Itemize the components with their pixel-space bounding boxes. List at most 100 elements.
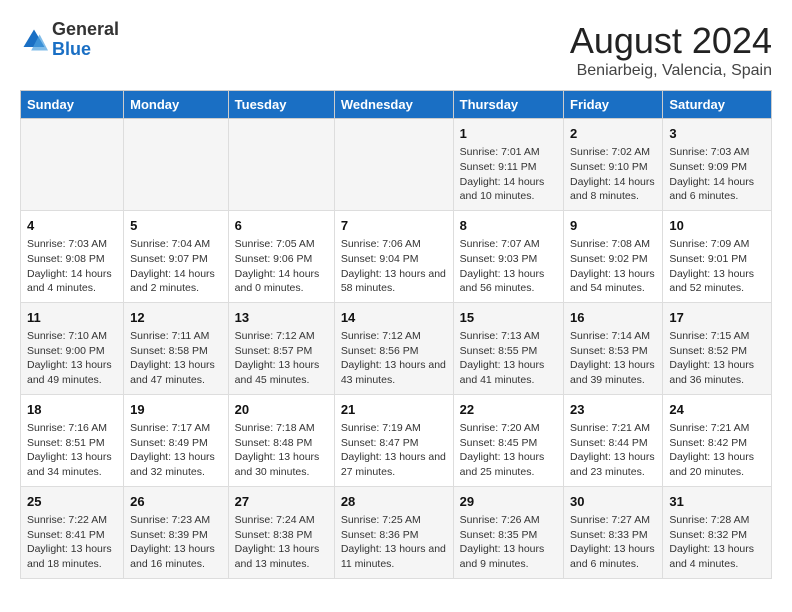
day-info: Sunrise: 7:20 AM Sunset: 8:45 PM Dayligh… xyxy=(460,421,557,480)
day-number: 11 xyxy=(27,309,117,327)
calendar-row: 4 Sunrise: 7:03 AM Sunset: 9:08 PM Daylig… xyxy=(21,210,772,302)
day-number: 28 xyxy=(341,493,447,511)
calendar-cell: 10 Sunrise: 7:09 AM Sunset: 9:01 PM Dayli… xyxy=(663,210,772,302)
calendar-cell: 19 Sunrise: 7:17 AM Sunset: 8:49 PM Dayli… xyxy=(124,394,229,486)
day-number: 8 xyxy=(460,217,557,235)
header-day: Monday xyxy=(124,91,229,119)
calendar-cell: 5Sunrise: 7:04 AM Sunset: 9:07 PM Daylig… xyxy=(124,210,229,302)
day-info: Sunrise: 7:22 AM Sunset: 8:41 PM Dayligh… xyxy=(27,513,117,572)
calendar-cell: 7 Sunrise: 7:06 AM Sunset: 9:04 PM Daylig… xyxy=(334,210,453,302)
calendar-cell xyxy=(228,119,334,211)
calendar-cell: 4 Sunrise: 7:03 AM Sunset: 9:08 PM Daylig… xyxy=(21,210,124,302)
calendar-cell: 30 Sunrise: 7:27 AM Sunset: 8:33 PM Dayli… xyxy=(564,486,663,578)
header-day: Thursday xyxy=(453,91,563,119)
calendar-cell: 23Sunrise: 7:21 AM Sunset: 8:44 PM Dayli… xyxy=(564,394,663,486)
day-info: Sunrise: 7:10 AM Sunset: 9:00 PM Dayligh… xyxy=(27,329,117,388)
calendar-cell: 21 Sunrise: 7:19 AM Sunset: 8:47 PM Dayli… xyxy=(334,394,453,486)
calendar-cell: 16 Sunrise: 7:14 AM Sunset: 8:53 PM Dayli… xyxy=(564,302,663,394)
day-number: 17 xyxy=(669,309,765,327)
day-number: 29 xyxy=(460,493,557,511)
calendar-cell: 20Sunrise: 7:18 AM Sunset: 8:48 PM Dayli… xyxy=(228,394,334,486)
day-number: 22 xyxy=(460,401,557,419)
day-info: Sunrise: 7:15 AM Sunset: 8:52 PM Dayligh… xyxy=(669,329,765,388)
calendar-cell: 14Sunrise: 7:12 AM Sunset: 8:56 PM Dayli… xyxy=(334,302,453,394)
calendar-body: 1 Sunrise: 7:01 AM Sunset: 9:11 PM Daylig… xyxy=(21,119,772,579)
calendar-row: 18 Sunrise: 7:16 AM Sunset: 8:51 PM Dayli… xyxy=(21,394,772,486)
day-number: 18 xyxy=(27,401,117,419)
day-number: 14 xyxy=(341,309,447,327)
calendar-cell: 24Sunrise: 7:21 AM Sunset: 8:42 PM Dayli… xyxy=(663,394,772,486)
subtitle: Beniarbeig, Valencia, Spain xyxy=(570,62,772,80)
header-day: Saturday xyxy=(663,91,772,119)
calendar-cell xyxy=(124,119,229,211)
calendar-cell: 27Sunrise: 7:24 AM Sunset: 8:38 PM Dayli… xyxy=(228,486,334,578)
calendar-cell: 25 Sunrise: 7:22 AM Sunset: 8:41 PM Dayli… xyxy=(21,486,124,578)
day-number: 6 xyxy=(235,217,328,235)
logo-general: General xyxy=(52,20,119,40)
calendar-cell: 1 Sunrise: 7:01 AM Sunset: 9:11 PM Daylig… xyxy=(453,119,563,211)
calendar-cell: 2Sunrise: 7:02 AM Sunset: 9:10 PM Daylig… xyxy=(564,119,663,211)
day-info: Sunrise: 7:19 AM Sunset: 8:47 PM Dayligh… xyxy=(341,421,447,480)
day-info: Sunrise: 7:08 AM Sunset: 9:02 PM Dayligh… xyxy=(570,237,656,296)
day-info: Sunrise: 7:07 AM Sunset: 9:03 PM Dayligh… xyxy=(460,237,557,296)
day-info: Sunrise: 7:06 AM Sunset: 9:04 PM Dayligh… xyxy=(341,237,447,296)
calendar-cell: 15Sunrise: 7:13 AM Sunset: 8:55 PM Dayli… xyxy=(453,302,563,394)
day-info: Sunrise: 7:12 AM Sunset: 8:57 PM Dayligh… xyxy=(235,329,328,388)
logo: General Blue xyxy=(20,20,119,60)
logo-text: General Blue xyxy=(52,20,119,60)
day-number: 16 xyxy=(570,309,656,327)
calendar-cell xyxy=(334,119,453,211)
logo-icon xyxy=(20,26,48,54)
header-day: Friday xyxy=(564,91,663,119)
calendar-cell: 26 Sunrise: 7:23 AM Sunset: 8:39 PM Dayli… xyxy=(124,486,229,578)
day-info: Sunrise: 7:21 AM Sunset: 8:42 PM Dayligh… xyxy=(669,421,765,480)
day-info: Sunrise: 7:01 AM Sunset: 9:11 PM Dayligh… xyxy=(460,145,557,204)
title-area: August 2024 Beniarbeig, Valencia, Spain xyxy=(570,20,772,80)
day-number: 13 xyxy=(235,309,328,327)
calendar-cell: 12Sunrise: 7:11 AM Sunset: 8:58 PM Dayli… xyxy=(124,302,229,394)
calendar-cell: 18 Sunrise: 7:16 AM Sunset: 8:51 PM Dayli… xyxy=(21,394,124,486)
day-number: 7 xyxy=(341,217,447,235)
day-number: 21 xyxy=(341,401,447,419)
day-info: Sunrise: 7:21 AM Sunset: 8:44 PM Dayligh… xyxy=(570,421,656,480)
day-info: Sunrise: 7:14 AM Sunset: 8:53 PM Dayligh… xyxy=(570,329,656,388)
calendar-table: SundayMondayTuesdayWednesdayThursdayFrid… xyxy=(20,90,772,579)
day-number: 4 xyxy=(27,217,117,235)
day-info: Sunrise: 7:09 AM Sunset: 9:01 PM Dayligh… xyxy=(669,237,765,296)
day-info: Sunrise: 7:05 AM Sunset: 9:06 PM Dayligh… xyxy=(235,237,328,296)
page-header: General Blue August 2024 Beniarbeig, Val… xyxy=(20,20,772,80)
calendar-cell: 6 Sunrise: 7:05 AM Sunset: 9:06 PM Daylig… xyxy=(228,210,334,302)
day-info: Sunrise: 7:23 AM Sunset: 8:39 PM Dayligh… xyxy=(130,513,222,572)
calendar-cell: 17 Sunrise: 7:15 AM Sunset: 8:52 PM Dayli… xyxy=(663,302,772,394)
day-number: 30 xyxy=(570,493,656,511)
calendar-cell: 8 Sunrise: 7:07 AM Sunset: 9:03 PM Daylig… xyxy=(453,210,563,302)
day-info: Sunrise: 7:03 AM Sunset: 9:08 PM Dayligh… xyxy=(27,237,117,296)
day-info: Sunrise: 7:17 AM Sunset: 8:49 PM Dayligh… xyxy=(130,421,222,480)
day-number: 1 xyxy=(460,125,557,143)
calendar-cell: 31Sunrise: 7:28 AM Sunset: 8:32 PM Dayli… xyxy=(663,486,772,578)
calendar-row: 25 Sunrise: 7:22 AM Sunset: 8:41 PM Dayli… xyxy=(21,486,772,578)
logo-blue: Blue xyxy=(52,40,119,60)
day-number: 9 xyxy=(570,217,656,235)
day-info: Sunrise: 7:27 AM Sunset: 8:33 PM Dayligh… xyxy=(570,513,656,572)
day-number: 26 xyxy=(130,493,222,511)
header-day: Tuesday xyxy=(228,91,334,119)
day-number: 2 xyxy=(570,125,656,143)
header-row: SundayMondayTuesdayWednesdayThursdayFrid… xyxy=(21,91,772,119)
calendar-cell: 29Sunrise: 7:26 AM Sunset: 8:35 PM Dayli… xyxy=(453,486,563,578)
day-info: Sunrise: 7:16 AM Sunset: 8:51 PM Dayligh… xyxy=(27,421,117,480)
day-number: 19 xyxy=(130,401,222,419)
calendar-cell xyxy=(21,119,124,211)
day-info: Sunrise: 7:11 AM Sunset: 8:58 PM Dayligh… xyxy=(130,329,222,388)
main-title: August 2024 xyxy=(570,20,772,62)
day-number: 31 xyxy=(669,493,765,511)
header-day: Wednesday xyxy=(334,91,453,119)
calendar-cell: 3Sunrise: 7:03 AM Sunset: 9:09 PM Daylig… xyxy=(663,119,772,211)
calendar-header: SundayMondayTuesdayWednesdayThursdayFrid… xyxy=(21,91,772,119)
calendar-cell: 22 Sunrise: 7:20 AM Sunset: 8:45 PM Dayli… xyxy=(453,394,563,486)
day-number: 10 xyxy=(669,217,765,235)
day-info: Sunrise: 7:13 AM Sunset: 8:55 PM Dayligh… xyxy=(460,329,557,388)
day-info: Sunrise: 7:04 AM Sunset: 9:07 PM Dayligh… xyxy=(130,237,222,296)
day-number: 25 xyxy=(27,493,117,511)
day-info: Sunrise: 7:24 AM Sunset: 8:38 PM Dayligh… xyxy=(235,513,328,572)
